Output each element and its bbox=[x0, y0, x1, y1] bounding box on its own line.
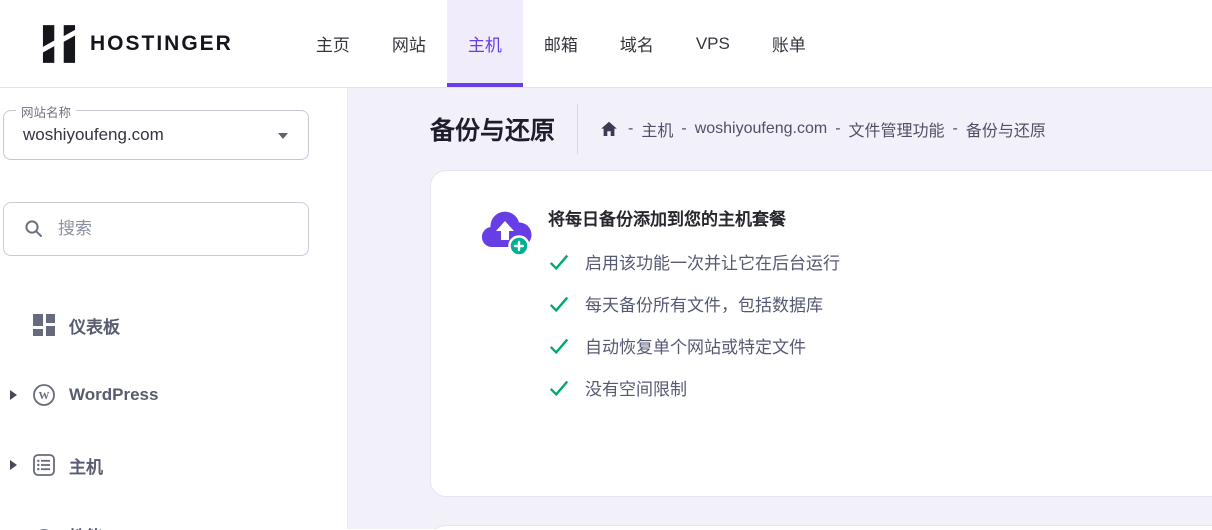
search-input[interactable] bbox=[58, 219, 292, 239]
page-header: 备份与还原 - 主机 - woshiyoufeng.com - 文件管理功能 -… bbox=[430, 88, 1212, 170]
nav-item-home[interactable]: 主页 bbox=[295, 0, 371, 87]
breadcrumb-hosting[interactable]: 主机 bbox=[641, 117, 673, 141]
nav-item-websites[interactable]: 网站 bbox=[371, 0, 447, 87]
nav-item-billing[interactable]: 账单 bbox=[751, 0, 827, 87]
page-title: 备份与还原 bbox=[430, 117, 556, 145]
check-icon bbox=[549, 380, 569, 396]
home-icon[interactable] bbox=[600, 121, 618, 137]
feature-item: 没有空间限制 bbox=[548, 375, 840, 400]
feature-list: 启用该功能一次并让它在后台运行 每天备份所有文件，包括数据库 自动恢复单个网站或… bbox=[548, 249, 840, 400]
upsell-heading: 将每日备份添加到您的主机套餐 bbox=[548, 210, 786, 229]
feature-item: 自动恢复单个网站或特定文件 bbox=[548, 333, 840, 358]
sidebar-item-wordpress[interactable]: W WordPress bbox=[10, 360, 347, 430]
check-icon bbox=[549, 254, 569, 270]
next-card-partial bbox=[430, 525, 1212, 529]
feature-item: 每天备份所有文件，包括数据库 bbox=[548, 291, 840, 316]
nav-item-email[interactable]: 邮箱 bbox=[523, 0, 599, 87]
hostinger-logo-icon bbox=[42, 24, 76, 63]
sidebar-item-dashboard[interactable]: 仪表板 bbox=[10, 290, 347, 360]
breadcrumb-site[interactable]: woshiyoufeng.com bbox=[695, 120, 828, 138]
search-box bbox=[3, 202, 309, 256]
svg-text:W: W bbox=[39, 390, 50, 402]
search-icon bbox=[25, 220, 42, 237]
sidebar-item-performance[interactable]: 性能 bbox=[10, 500, 347, 530]
header-divider bbox=[577, 104, 579, 154]
main-content: 备份与还原 - 主机 - woshiyoufeng.com - 文件管理功能 -… bbox=[348, 88, 1212, 529]
check-icon bbox=[549, 296, 569, 312]
brand-wordmark: HOSTINGER bbox=[90, 31, 233, 55]
breadcrumb: - 主机 - woshiyoufeng.com - 文件管理功能 - 备份与还原 bbox=[600, 117, 1046, 141]
nav-item-hosting[interactable]: 主机 bbox=[446, 0, 523, 87]
dashboard-icon bbox=[32, 313, 56, 337]
expand-caret-icon[interactable] bbox=[10, 460, 17, 470]
wordpress-icon: W bbox=[32, 383, 56, 407]
sidebar: 网站名称 woshiyoufeng.com 搜索 仪表板 W WordPress… bbox=[0, 88, 348, 530]
chevron-down-icon bbox=[278, 133, 288, 139]
cloud-upload-add-icon bbox=[478, 211, 532, 496]
check-icon bbox=[549, 338, 569, 354]
website-selector-label: 网站名称 bbox=[16, 102, 77, 121]
sidebar-item-hosting[interactable]: 主机 bbox=[10, 430, 347, 500]
performance-icon bbox=[32, 523, 56, 530]
expand-caret-icon[interactable] bbox=[10, 390, 17, 400]
hosting-icon bbox=[32, 453, 56, 477]
breadcrumb-file-management[interactable]: 文件管理功能 bbox=[849, 117, 945, 141]
feature-item: 启用该功能一次并让它在后台运行 bbox=[548, 249, 840, 274]
hostinger-logo[interactable]: HOSTINGER bbox=[42, 0, 233, 87]
top-nav-bar: HOSTINGER 主页 网站 主机 邮箱 域名 VPS 账单 bbox=[0, 0, 1212, 88]
website-selector[interactable]: 网站名称 woshiyoufeng.com bbox=[3, 102, 309, 160]
backup-upsell-card: 将每日备份添加到您的主机套餐 启用该功能一次并让它在后台运行 每天备份所有文件，… bbox=[430, 170, 1212, 497]
nav-item-domains[interactable]: 域名 bbox=[599, 0, 675, 87]
website-selector-value: woshiyoufeng.com bbox=[23, 125, 164, 144]
sidebar-menu: 仪表板 W WordPress 主机 bbox=[0, 290, 347, 530]
nav-item-vps[interactable]: VPS bbox=[675, 0, 751, 87]
primary-nav: 主页 网站 主机 邮箱 域名 VPS 账单 bbox=[295, 0, 827, 87]
breadcrumb-current: 备份与还原 bbox=[965, 123, 1046, 140]
